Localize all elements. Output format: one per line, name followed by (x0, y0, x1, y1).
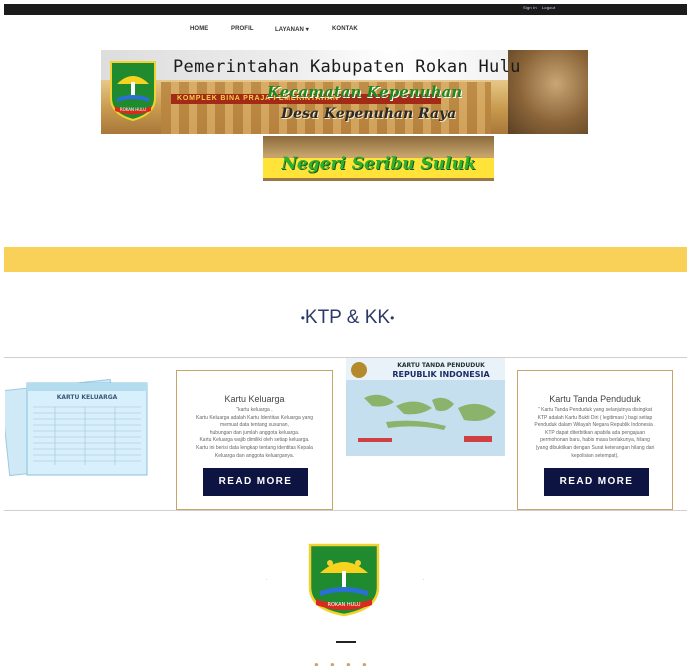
footer-mark-left: . (266, 576, 268, 582)
card-text-line: Penduduk dalam Wilayah Negara Republik I… (534, 422, 656, 429)
emblem-ribbon-text: ROKAN HULU (120, 107, 146, 112)
kk-document-illustration: KARTU KELUARGA (5, 378, 148, 477)
card-title: Kartu Tanda Penduduk (549, 394, 641, 404)
account-links: Sign In Logout (523, 5, 560, 10)
nav-item-kontak[interactable]: KONTAK (332, 26, 358, 32)
nav-item-profil[interactable]: PROFIL (231, 26, 254, 32)
card-text-line: Kartu ini berisi data lengkap tentang id… (196, 444, 313, 451)
ktp-image: KARTU TANDA PENDUDUK REPUBLIK INDONESIA (346, 358, 505, 456)
twitter-icon[interactable]: ● (330, 660, 335, 666)
banner-subtitle: Kecamatan Kepenuhan (267, 83, 463, 101)
caret-down-icon: ▾ (305, 27, 309, 33)
banner-title: Pemerintahan Kabupaten Rokan Hulu (173, 57, 521, 77)
card-description: "kartu keluarga , Kartu Keluarga adalah … (182, 407, 327, 460)
card-text-line: (yang dibuktikan dengan Surat keterangan… (535, 444, 655, 451)
nav-item-label: PROFIL (231, 26, 254, 32)
header-banner: KOMPLEK BINA PRAJA PEMERINTAHAN ROKAN HU… (101, 50, 588, 134)
facebook-icon[interactable]: ● (314, 660, 319, 666)
card-description: " Kartu Tanda Penduduk yang selanjutnya … (523, 407, 667, 460)
section-title: •KTP & KK• (0, 307, 695, 329)
pinterest-icon[interactable]: ● (362, 660, 367, 666)
slogan-banner: Negeri Seribu Suluk (263, 136, 494, 181)
card-text-line: Kartu Keluarga adalah Kartu Identitas Ke… (195, 414, 314, 421)
card-text-line: Kartu Keluarga wajib dimiliki oleh setia… (199, 437, 310, 444)
top-bar: Sign In Logout (4, 4, 687, 15)
card-text-line: KTP dapat diterbitkan apabila ada pengaj… (545, 429, 645, 436)
footer-mark-right: . (423, 576, 425, 582)
rokan-hulu-logo-icon: ROKAN HULU (308, 543, 380, 617)
kartu-keluarga-image: KARTU KELUARGA (5, 373, 161, 483)
logo-ribbon-text: ROKAN HULU (328, 602, 361, 608)
card-text-line: hubungan dan jumlah anggota keluarga. (209, 429, 300, 436)
card-text-line: "kartu keluarga , (236, 407, 273, 413)
logout-link[interactable]: Logout (542, 5, 555, 10)
section-title-text: KTP & KK (304, 307, 391, 328)
nav-item-layanan[interactable]: LAYANAN ▾ (275, 26, 309, 33)
slogan-text: Negeri Seribu Suluk (281, 154, 476, 174)
nav-item-label: LAYANAN (275, 27, 304, 33)
card-text-line: KTP adalah Kartu Bukti Diri ( legitimasi… (537, 414, 653, 421)
bullet-icon: • (390, 310, 395, 325)
card-text-line: permohonan baru, habis masa berlakunya, … (540, 437, 650, 444)
card-text-line: memuat data tentang susunan, (220, 422, 289, 429)
nav-item-home[interactable]: HOME (190, 26, 208, 32)
kk-doc-title: KARTU KELUARGA (57, 394, 118, 401)
kartu-keluarga-card: Kartu Keluarga "kartu keluarga , Kartu K… (176, 370, 333, 510)
card-title: Kartu Keluarga (224, 394, 285, 404)
ktp-header-line1: KARTU TANDA PENDUDUK (397, 362, 485, 369)
highlight-bar (4, 247, 687, 272)
main-nav: HOME PROFIL LAYANAN ▾ KONTAK (0, 26, 695, 38)
ktp-map-illustration: KARTU TANDA PENDUDUK REPUBLIK INDONESIA (346, 358, 505, 456)
googleplus-icon[interactable]: ● (346, 660, 351, 666)
card-text-line: Keluarga dan anggota keluarganya. (214, 452, 295, 459)
card-text-line: kepolisian setempat), (571, 452, 619, 459)
sign-in-link[interactable]: Sign In (523, 5, 537, 10)
divider-bottom (4, 510, 687, 511)
read-more-button[interactable]: READ MORE (203, 468, 308, 496)
nav-item-label: HOME (190, 26, 209, 32)
kartu-tanda-penduduk-card: Kartu Tanda Penduduk " Kartu Tanda Pendu… (517, 370, 673, 510)
card-text-line: " Kartu Tanda Penduduk yang selanjutnya … (538, 407, 652, 413)
banner-village: Desa Kepenuhan Raya (281, 106, 457, 122)
ktp-header-line2: REPUBLIK INDONESIA (392, 370, 490, 379)
rokan-hulu-emblem-icon: ROKAN HULU (110, 61, 156, 122)
read-more-button[interactable]: READ MORE (544, 468, 649, 496)
footer-divider (336, 641, 356, 643)
nav-item-label: KONTAK (332, 26, 358, 32)
